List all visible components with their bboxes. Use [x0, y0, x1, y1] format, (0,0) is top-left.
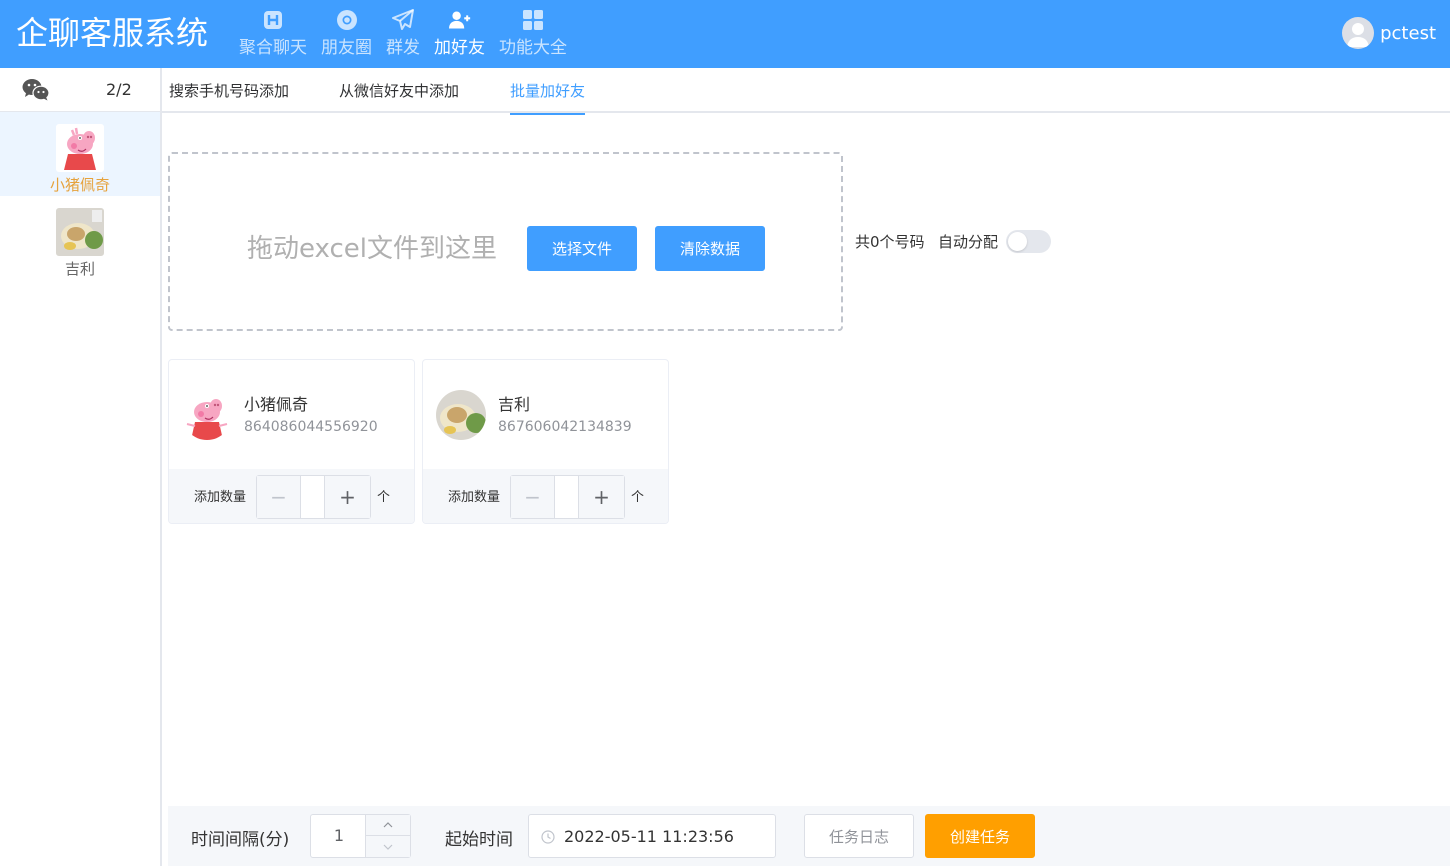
wechat-icon: [22, 78, 50, 102]
account-item[interactable]: 小猪佩奇: [0, 112, 160, 196]
top-header: 企聊客服系统 聚合聊天 朋友圈 群发 加好友 功能大全 pctest: [0, 0, 1450, 68]
nav-item-moments[interactable]: 朋友圈: [314, 0, 379, 68]
add-friend-icon: [448, 9, 471, 31]
nav-item-broadcast[interactable]: 群发: [379, 0, 427, 68]
clear-data-button[interactable]: 清除数据: [655, 226, 765, 271]
add-count-label: 添加数量: [194, 490, 247, 505]
quantity-stepper: − +: [510, 475, 625, 519]
decrement-button[interactable]: −: [511, 476, 555, 518]
tab-batch-add[interactable]: 批量加好友: [510, 68, 586, 115]
main-nav: 聚合聊天 朋友圈 群发 加好友 功能大全: [232, 0, 574, 68]
auto-assign-toggle[interactable]: [1006, 230, 1051, 253]
excel-drop-zone[interactable]: 拖动excel文件到这里 选择文件 清除数据: [168, 152, 843, 331]
tab-from-wechat-friends[interactable]: 从微信好友中添加: [339, 68, 459, 113]
food-photo-avatar: [436, 390, 486, 440]
app-title: 企聊客服系统: [16, 14, 209, 52]
account-card: 小猪佩奇 864086044556920 添加数量 − + 个: [168, 359, 415, 524]
quantity-stepper: − +: [256, 475, 371, 519]
card-footer: 添加数量 − + 个: [169, 469, 414, 523]
nav-label: 朋友圈: [321, 38, 372, 58]
user-avatar-icon: [1342, 17, 1375, 49]
choose-file-button[interactable]: 选择文件: [527, 226, 637, 271]
increment-button[interactable]: +: [578, 476, 624, 518]
chat-icon: [262, 9, 284, 31]
interval-number-input[interactable]: 1: [310, 814, 411, 858]
account-sidebar: 2/2 小猪佩奇 吉利: [0, 68, 162, 866]
send-icon: [392, 9, 414, 31]
nav-item-add-friend[interactable]: 加好友: [427, 0, 492, 68]
nav-label: 加好友: [434, 38, 485, 58]
task-bar: 时间间隔(分) 1 起始时间 2022-05-11 11:23:56 任务日志 …: [168, 806, 1450, 866]
interval-value[interactable]: 1: [311, 815, 367, 857]
grid-icon: [522, 9, 544, 31]
card-device-id: 864086044556920: [244, 419, 378, 435]
quantity-input[interactable]: [555, 476, 578, 518]
sidebar-header: 2/2: [0, 68, 160, 112]
account-card: 吉利 867606042134839 添加数量 − + 个: [422, 359, 669, 524]
moments-icon: [336, 9, 358, 31]
account-name: 吉利: [64, 260, 95, 278]
clock-icon: [541, 829, 555, 844]
card-footer: 添加数量 − + 个: [423, 469, 668, 523]
nav-label: 群发: [386, 38, 420, 58]
tab-search-phone[interactable]: 搜索手机号码添加: [169, 68, 289, 113]
nav-label: 聚合聊天: [239, 38, 307, 58]
add-friend-tabs: 搜索手机号码添加 从微信好友中添加 批量加好友: [162, 68, 1450, 115]
task-log-button[interactable]: 任务日志: [804, 814, 914, 858]
drop-hint: 拖动excel文件到这里: [247, 234, 497, 264]
toggle-knob: [1008, 232, 1027, 251]
card-device-id: 867606042134839: [498, 419, 632, 435]
interval-label: 时间间隔(分): [191, 830, 290, 850]
user-name: pctest: [1380, 22, 1436, 44]
food-photo-avatar: [56, 208, 104, 256]
create-task-button[interactable]: 创建任务: [925, 814, 1035, 858]
unit-label: 个: [377, 490, 391, 505]
peppa-avatar: [182, 390, 232, 440]
nav-item-all-features[interactable]: 功能大全: [492, 0, 574, 68]
card-account-name: 小猪佩奇: [244, 395, 309, 414]
start-time-picker[interactable]: 2022-05-11 11:23:56: [528, 814, 776, 858]
start-time-label: 起始时间: [445, 830, 513, 850]
peppa-avatar: [56, 124, 104, 172]
increment-button[interactable]: +: [324, 476, 370, 518]
total-numbers: 共0个号码: [855, 233, 925, 251]
account-name: 小猪佩奇: [49, 176, 110, 194]
start-time-value: 2022-05-11 11:23:56: [564, 827, 734, 846]
chevron-up-icon[interactable]: [365, 815, 410, 836]
nav-item-aggregate-chat[interactable]: 聚合聊天: [232, 0, 314, 68]
decrement-button[interactable]: −: [257, 476, 301, 518]
add-count-label: 添加数量: [448, 490, 501, 505]
user-menu[interactable]: pctest: [1342, 16, 1436, 50]
chevron-down-icon[interactable]: [365, 836, 410, 857]
nav-label: 功能大全: [499, 38, 567, 58]
account-item[interactable]: 吉利: [0, 196, 160, 280]
account-count: 2/2: [106, 80, 132, 99]
unit-label: 个: [631, 490, 645, 505]
card-account-name: 吉利: [498, 395, 531, 414]
quantity-input[interactable]: [301, 476, 324, 518]
auto-assign-label: 自动分配: [938, 233, 999, 251]
